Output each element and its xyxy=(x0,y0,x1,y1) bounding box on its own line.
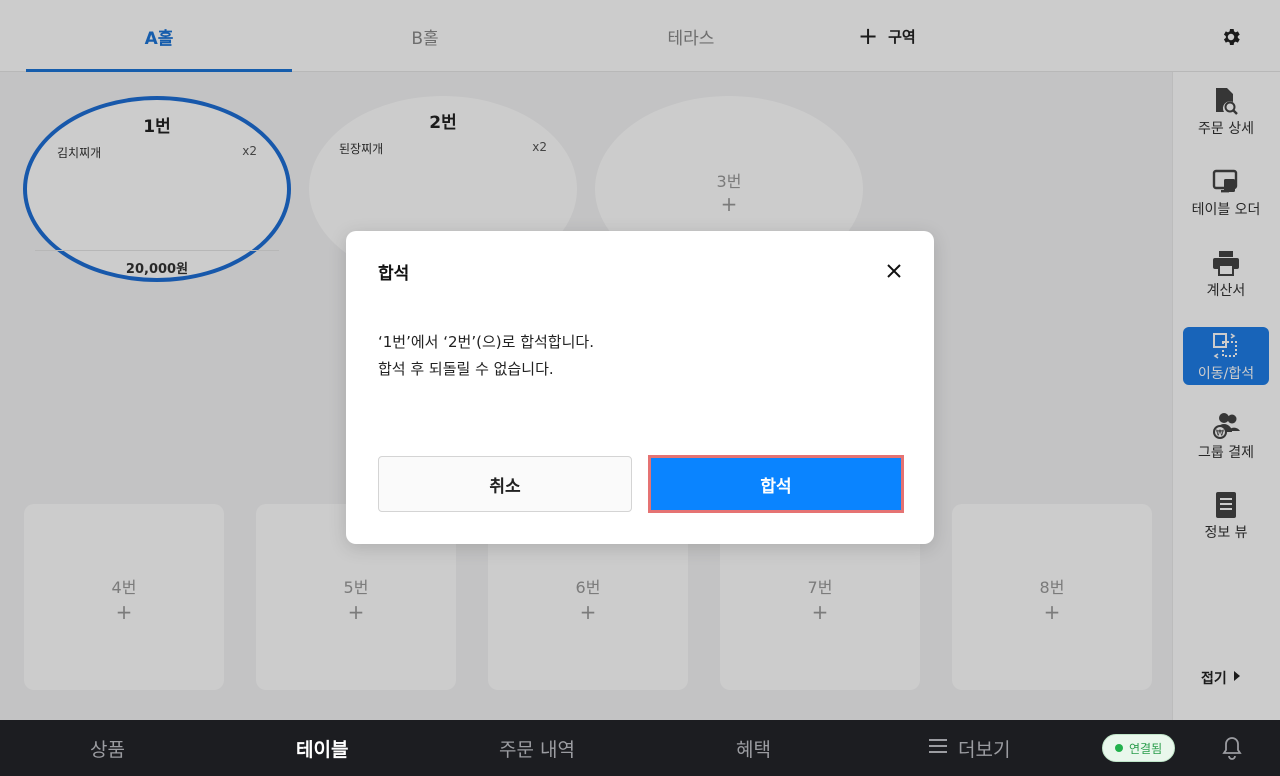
menu-icon xyxy=(928,737,948,760)
dialog-message: ‘1번’에서 ‘2번’(으)로 합석합니다. xyxy=(378,333,594,351)
nav-order-history[interactable]: 주문 내역 xyxy=(499,720,575,776)
dialog-warning: 합석 후 되돌릴 수 없습니다. xyxy=(378,360,554,378)
connection-status-badge: 연결됨 xyxy=(1102,734,1176,762)
nav-products[interactable]: 상품 xyxy=(90,720,125,776)
merge-button-highlight: 합석 xyxy=(648,455,904,513)
merge-dialog: 합석 ‘1번’에서 ‘2번’(으)로 합석합니다. 합석 후 되돌릴 수 없습니… xyxy=(346,231,934,544)
bottom-nav: 상품 테이블 주문 내역 혜택 더보기 연결됨 xyxy=(0,720,1280,776)
close-icon[interactable] xyxy=(880,257,908,285)
cancel-button[interactable]: 취소 xyxy=(378,456,632,512)
bell-icon[interactable] xyxy=(1218,734,1246,762)
dialog-title: 합석 xyxy=(378,264,410,284)
merge-button[interactable]: 합석 xyxy=(651,458,901,510)
nav-tables[interactable]: 테이블 xyxy=(296,720,348,776)
nav-benefits[interactable]: 혜택 xyxy=(736,720,771,776)
nav-more[interactable]: 더보기 xyxy=(928,720,1010,776)
status-dot-icon xyxy=(1115,744,1123,752)
